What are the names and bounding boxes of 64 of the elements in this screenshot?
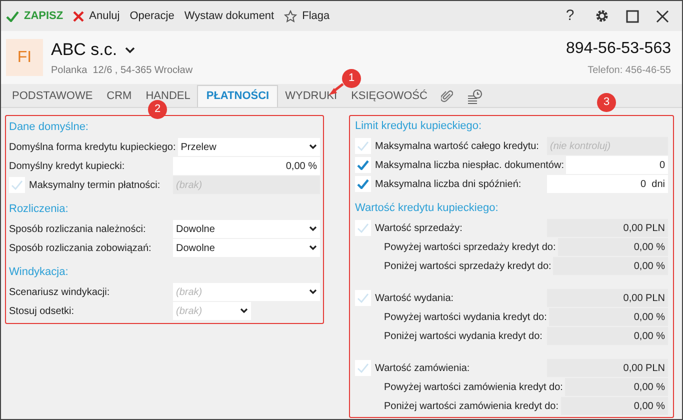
field-label: Domyślny kredyt kupiecki:: [9, 160, 125, 174]
close-icon: [73, 10, 84, 22]
field-label: Wartość sprzedaży:: [375, 222, 462, 236]
tax-number: 894-56-53-563: [566, 39, 671, 59]
help-button[interactable]: ?: [561, 4, 579, 28]
field-label: Poniżej wartości zamówienia kredyt do:: [384, 400, 559, 414]
company-address: Polanka 12/6 , 54-365 Wrocław: [51, 64, 193, 78]
chevron-icon: [309, 289, 317, 295]
field-label: Sposób rozliczania należności:: [9, 222, 146, 236]
phone-number: Telefon: 456-46-55: [588, 64, 671, 78]
tab[interactable]: CRM: [100, 85, 139, 107]
field-label: Maksymalny termin płatności:: [29, 178, 160, 192]
field-label: Maksymalna wartość całego kredytu:: [375, 140, 539, 154]
settings-icon[interactable]: [595, 9, 609, 23]
section-title: Rozliczenia:: [9, 202, 70, 217]
section-title: Limit kredytu kupieckiego:: [355, 119, 483, 134]
checkbox[interactable]: [355, 290, 371, 306]
close-icon[interactable]: [656, 10, 669, 22]
field-label: Wartość wydania:: [375, 292, 454, 306]
star-icon: [284, 10, 298, 22]
checkbox[interactable]: [355, 138, 371, 154]
checkbox[interactable]: [355, 220, 371, 236]
company-avatar: FI: [6, 39, 43, 76]
select-field[interactable]: Dowolne: [173, 239, 320, 257]
toolbar-button[interactable]: Flaga: [284, 5, 330, 27]
field-label: Domyślna forma kredytu kupieckiego:: [9, 140, 176, 154]
tab[interactable]: PŁATNOŚCI: [197, 85, 278, 107]
field-label: Powyżej wartości wydania kredyt do:: [384, 310, 547, 324]
field-label: Poniżej wartości sprzedaży kredyt do:: [384, 260, 552, 274]
input-field[interactable]: 0: [566, 156, 668, 174]
tab[interactable]: KSIĘGOWOŚĆ: [344, 85, 434, 107]
checkbox[interactable]: [355, 157, 371, 173]
tab[interactable]: WYDRUKI: [278, 85, 344, 107]
field-label: Maksymalna liczba niespłac. dokumentów:: [375, 158, 564, 172]
tab[interactable]: PODSTAWOWE: [5, 85, 100, 107]
field-label: Powyżej wartości zamówienia kredyt do:: [384, 380, 563, 394]
select-field[interactable]: Przelew: [178, 138, 320, 156]
checkbox[interactable]: [355, 360, 371, 376]
toolbar-button[interactable]: Wystaw dokument: [184, 5, 274, 27]
section-title: Windykacja:: [9, 265, 70, 280]
checkbox[interactable]: [9, 177, 25, 193]
check-icon: [6, 10, 19, 22]
input-field[interactable]: 0,00 %: [173, 157, 320, 175]
input-field[interactable]: 0 dni: [547, 175, 668, 193]
section-title: Wartość kredytu kupieckiego:: [355, 201, 500, 216]
field-label: Scenariusz windykacji:: [9, 286, 110, 300]
field-label: Poniżej wartości wydania kredyt do:: [384, 330, 542, 344]
company-name-dropdown[interactable]: ABC s.c.: [51, 37, 193, 63]
field-label: Sposób rozliczania zobowiązań:: [9, 242, 152, 256]
field-label: Powyżej wartości sprzedaży kredyt do:: [384, 240, 556, 254]
field-label: Stosuj odsetki:: [9, 304, 74, 318]
checkbox[interactable]: [355, 176, 371, 192]
field-label: Maksymalna liczba dni spóźnień:: [375, 178, 522, 192]
caret-icon: [125, 46, 136, 54]
chevron-icon: [309, 144, 317, 150]
chevron-icon: [309, 245, 317, 251]
chevron-icon: [240, 308, 248, 314]
maximize-icon[interactable]: [626, 10, 639, 22]
section-title: Dane domyślne:: [9, 120, 90, 135]
select-field[interactable]: Dowolne: [173, 220, 320, 238]
field-label: Wartość zamówienia:: [375, 362, 470, 376]
toolbar-button[interactable]: Operacje: [130, 5, 174, 27]
chevron-icon: [309, 226, 317, 232]
toolbar-button[interactable]: Anuluj: [73, 5, 120, 27]
